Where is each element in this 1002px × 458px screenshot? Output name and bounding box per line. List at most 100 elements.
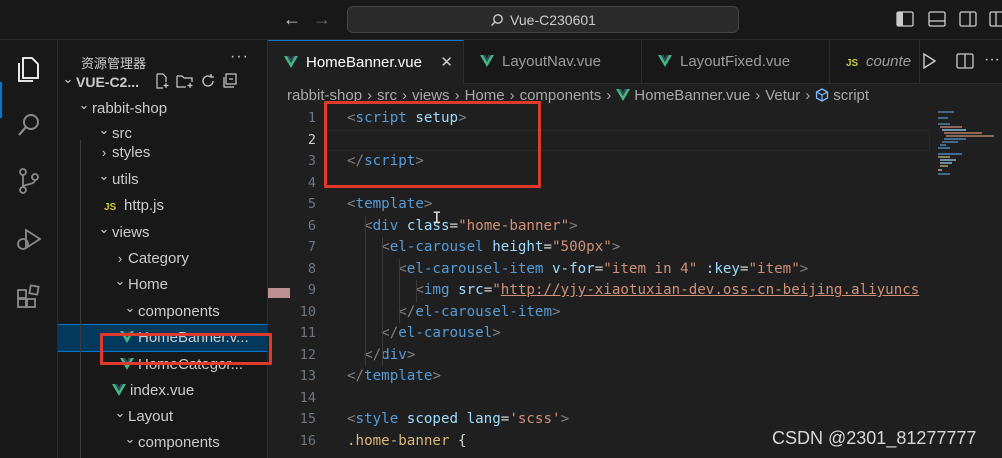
customize-layout-icon[interactable]	[989, 11, 1002, 27]
tree-item-styles[interactable]: › styles	[58, 140, 267, 166]
run-icon[interactable]	[922, 52, 938, 71]
tree-item-views[interactable]: ⌄ views	[58, 220, 267, 246]
split-editor-icon[interactable]	[956, 52, 974, 70]
breadcrumb-item[interactable]: HomeBanner.vue	[634, 87, 750, 104]
tree-item-label: http.js	[124, 197, 165, 214]
tree-item-label: Category	[128, 250, 189, 267]
command-center-search[interactable]: Vue-C230601	[347, 6, 739, 33]
vue-file-icon	[658, 55, 672, 67]
explorer-actions	[154, 69, 238, 95]
close-tab-icon[interactable]: ✕	[440, 41, 453, 84]
code-token: =	[739, 260, 749, 277]
tree-item-rabbit-shop[interactable]: ⌄ rabbit-shop	[58, 96, 267, 122]
minimap[interactable]	[932, 108, 1002, 458]
toggle-secondary-sidebar-icon[interactable]	[959, 11, 977, 27]
tab-label: LayoutNav.vue	[502, 53, 601, 70]
source-control-icon[interactable]	[14, 166, 44, 196]
code-token: class	[406, 217, 450, 234]
vue-file-icon	[480, 55, 494, 67]
line-number: 12	[299, 346, 316, 363]
code-token: >	[560, 411, 570, 427]
tree-item-home[interactable]: ⌄ Home	[58, 272, 267, 298]
tree-item-components[interactable]: ⌄ components	[58, 430, 267, 456]
tree-item-vue-c2[interactable]: ⌄ VUE-C2...	[58, 69, 267, 95]
breadcrumb-separator-icon: ›	[805, 87, 811, 104]
breadcrumb-item[interactable]: Vetur	[765, 87, 800, 104]
code-token: =	[449, 217, 459, 234]
new-file-icon[interactable]	[154, 73, 170, 89]
tree-item-label: views	[112, 224, 150, 241]
tab-counte[interactable]: JS counte	[830, 40, 920, 84]
line-number: 16	[299, 432, 316, 449]
extensions-icon[interactable]	[14, 282, 44, 312]
code-line: <el-carousel height="500px">	[347, 237, 620, 259]
tree-item-layout[interactable]: ⌄ Layout	[58, 404, 267, 430]
explorer-sidebar: 资源管理器 ··· ⌄ VUE-C2... ⌄ rabbit-shop ⌄ src › sty…	[58, 40, 268, 458]
tree-item-http-js[interactable]: JS http.js	[58, 193, 267, 219]
code-annotation-box	[324, 101, 541, 188]
tree-item-label: VUE-C2...	[76, 74, 140, 90]
back-arrow-icon[interactable]: ←	[282, 9, 302, 29]
code-token: >	[611, 239, 621, 255]
chevron-down-icon: ⌄	[98, 221, 110, 236]
toggle-primary-sidebar-icon[interactable]	[896, 11, 914, 27]
line-number: 14	[299, 389, 316, 406]
code-token: el-carousel-item	[415, 303, 553, 320]
vue-file-icon	[112, 384, 126, 396]
chevron-down-icon: ⌄	[114, 273, 126, 288]
chevron-down-icon: ⌄	[78, 97, 90, 112]
code-line: </template>	[347, 366, 441, 388]
forward-arrow-icon[interactable]: →	[312, 9, 332, 29]
active-indicator	[0, 82, 2, 118]
line-number: 5	[307, 196, 316, 212]
code-token: </	[364, 346, 382, 363]
refresh-icon[interactable]	[200, 73, 216, 89]
code-token: img	[423, 282, 459, 298]
chevron-down-icon: ⌄	[124, 431, 136, 446]
more-tab-actions-icon[interactable]: ···	[984, 51, 1000, 69]
collapse-all-icon[interactable]	[222, 73, 238, 89]
activity-bar	[0, 40, 58, 458]
tree-item-label: rabbit-shop	[92, 100, 168, 117]
code-token: >	[406, 346, 416, 363]
tree-item-label: Home	[128, 276, 169, 293]
line-number: 11	[299, 325, 316, 341]
tab-label: LayoutFixed.vue	[680, 53, 791, 70]
tab-layoutfixed-vue[interactable]: LayoutFixed.vue	[642, 40, 830, 84]
code-token: "item"	[748, 260, 800, 277]
toggle-panel-icon[interactable]	[928, 11, 946, 27]
code-token: v-for	[552, 260, 595, 277]
search-icon[interactable]	[14, 110, 44, 140]
text-cursor-icon: I	[432, 208, 442, 227]
js-file-icon: JS	[104, 202, 117, 213]
line-number: 6	[307, 217, 316, 234]
new-folder-icon[interactable]	[176, 73, 194, 89]
code-token: =	[594, 260, 604, 277]
code-line: <el-carousel-item v-for="item in 4" :key…	[347, 259, 808, 281]
files-icon[interactable]	[14, 54, 44, 84]
chevron-down-icon: ⌄	[124, 300, 136, 315]
code-token: =	[543, 239, 553, 255]
breadcrumb-separator-icon: ›	[755, 87, 761, 104]
run-debug-icon[interactable]	[14, 224, 44, 254]
tab-layoutnav-vue[interactable]: LayoutNav.vue	[464, 40, 642, 84]
line-number: 2	[307, 131, 316, 148]
tree-item-utils[interactable]: ⌄ utils	[58, 167, 267, 193]
breadcrumb-separator-icon: ›	[606, 87, 612, 104]
js-file-icon: JS	[846, 58, 859, 69]
tab-homebanner-vue[interactable]: HomeBanner.vue ✕	[268, 40, 464, 84]
title-bar: ← → Vue-C230601	[0, 0, 1002, 40]
code-line: <img src="http://yjy-xiaotuxian-dev.oss-…	[347, 280, 919, 302]
code-token[interactable]: http://yjy-xiaotuxian-dev.oss-cn-beijing…	[501, 282, 920, 298]
code-token: =	[483, 282, 493, 298]
tree-item-index-vue[interactable]: index.vue	[58, 378, 267, 404]
tree-item-category[interactable]: › Category	[58, 246, 267, 272]
more-actions-icon[interactable]: ···	[230, 48, 249, 66]
line-number: 10	[299, 303, 316, 320]
tree-item-components[interactable]: ⌄ components	[58, 299, 267, 325]
line-number: 7	[307, 239, 316, 255]
indent-guide	[399, 258, 400, 323]
breadcrumb-item[interactable]: script	[833, 87, 869, 104]
